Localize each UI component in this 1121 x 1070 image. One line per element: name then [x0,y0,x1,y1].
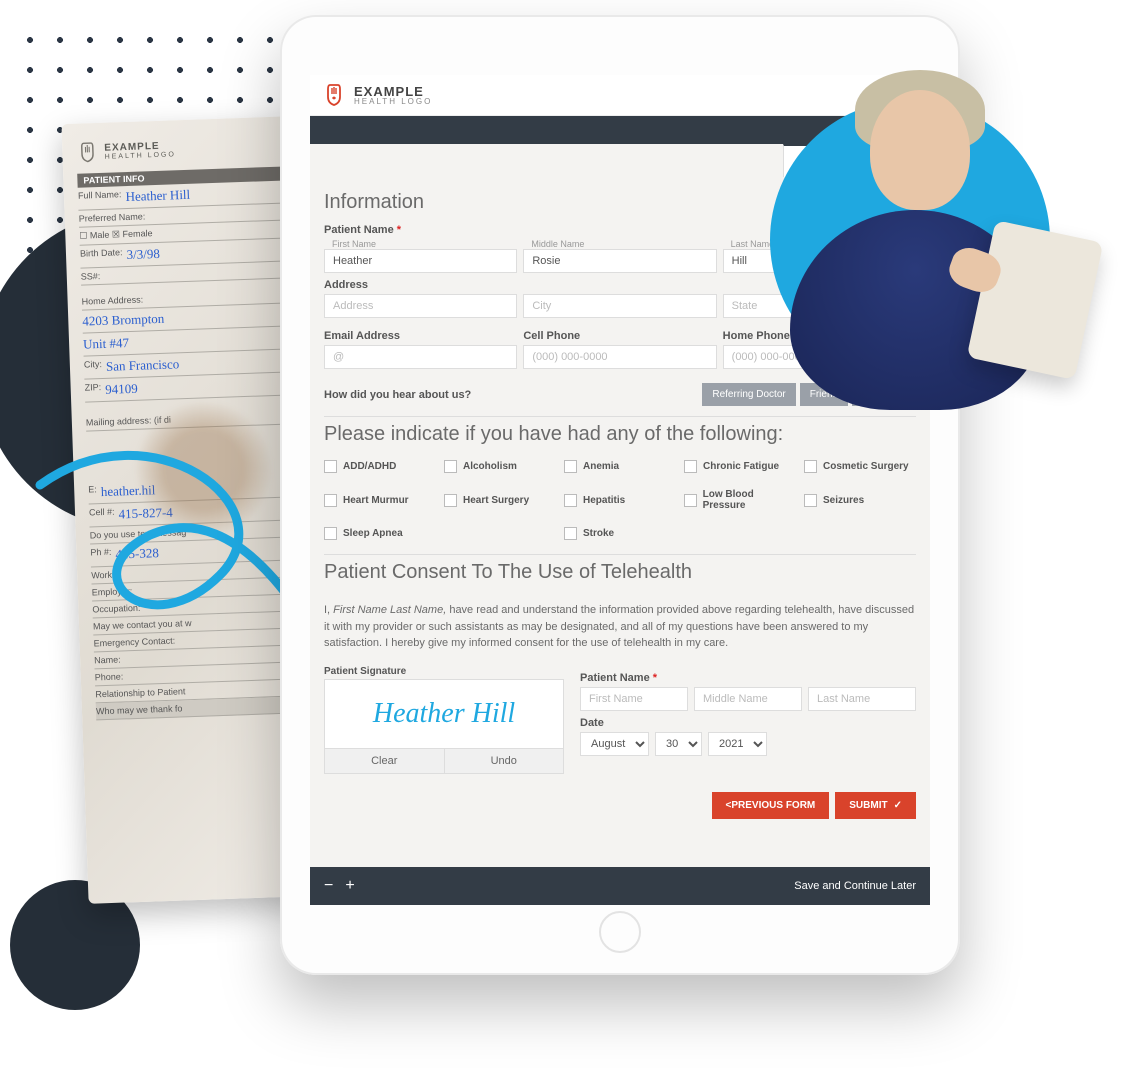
address-input[interactable] [324,294,517,318]
middle-name-input[interactable] [523,249,716,273]
city-input[interactable] [523,294,716,318]
condition-checkbox[interactable] [444,460,457,473]
first-name-input[interactable] [324,249,517,273]
condition-anemia[interactable]: Anemia [564,460,676,473]
condition-checkbox[interactable] [324,494,337,507]
condition-alcoholism[interactable]: Alcoholism [444,460,556,473]
condition-checkbox[interactable] [804,494,817,507]
condition-checkbox[interactable] [684,460,697,473]
previous-form-button[interactable]: <PREVIOUS FORM [712,792,830,819]
condition-checkbox[interactable] [444,494,457,507]
date-year-select[interactable]: 2021 [708,732,767,756]
condition-heart-murmur[interactable]: Heart Murmur [324,489,436,511]
condition-add-adhd[interactable]: ADD/ADHD [324,460,436,473]
condition-hepatitis[interactable]: Hepatitis [564,489,676,511]
condition-heart-surgery[interactable]: Heart Surgery [444,489,556,511]
date-day-select[interactable]: 30 [655,732,702,756]
consent-last-name-input[interactable] [808,687,916,711]
date-month-select[interactable]: August [580,732,649,756]
condition-sleep-apnea[interactable]: Sleep Apnea [324,527,436,540]
consent-patient-name-label: Patient Name [580,672,916,684]
hear-about-label: How did you hear about us? [324,389,471,401]
zoom-in-button[interactable]: + [345,877,354,895]
woman-using-tablet-photo [780,50,1100,410]
email-input[interactable] [324,345,517,369]
signature-pad[interactable]: Heather Hill [324,679,564,749]
condition-checkbox[interactable] [324,460,337,473]
condition-checkbox[interactable] [564,460,577,473]
condition-cosmetic-surgery[interactable]: Cosmetic Surgery [804,460,916,473]
condition-chronic-fatigue[interactable]: Chronic Fatigue [684,460,796,473]
tablet-home-button[interactable] [599,911,641,953]
check-icon: ✓ [894,800,902,811]
condition-checkbox[interactable] [684,494,697,507]
condition-checkbox[interactable] [324,527,337,540]
footer-bar: − + Save and Continue Later [310,867,930,905]
date-label: Date [580,717,916,729]
condition-seizures[interactable]: Seizures [804,489,916,511]
app-logo: EXAMPLEHEALTH LOGO [322,83,432,107]
condition-checkbox[interactable] [804,460,817,473]
section-heading-conditions: Please indicate if you have had any of t… [324,423,916,446]
consent-paragraph: I, First Name Last Name, have read and u… [324,594,916,666]
brand-sub: HEALTH LOGO [354,98,432,106]
signature-clear-button[interactable]: Clear [325,749,445,773]
consent-middle-name-input[interactable] [694,687,802,711]
zoom-out-button[interactable]: − [324,877,333,895]
condition-checkbox[interactable] [564,527,577,540]
signature-undo-button[interactable]: Undo [445,749,564,773]
signature-label: Patient Signature [324,666,564,677]
condition-low-blood-pressure[interactable]: Low Blood Pressure [684,489,796,511]
submit-button[interactable]: SUBMIT✓ [835,792,916,819]
hand-heart-icon [322,83,346,107]
condition-stroke[interactable]: Stroke [564,527,676,540]
cell-phone-input[interactable] [523,345,716,369]
condition-checkbox[interactable] [564,494,577,507]
consent-first-name-input[interactable] [580,687,688,711]
save-continue-link[interactable]: Save and Continue Later [794,880,916,892]
section-heading-consent: Patient Consent To The Use of Telehealth [324,561,916,584]
